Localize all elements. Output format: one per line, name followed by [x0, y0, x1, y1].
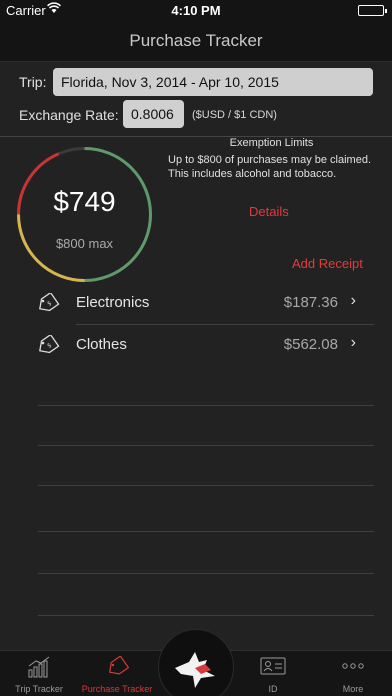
receipt-name: Clothes [76, 336, 127, 353]
empty-row-line [38, 445, 374, 446]
exchange-rate-unit: ($USD / $1 CDN) [192, 109, 277, 121]
tab-trip-tracker[interactable]: Trip Tracker [0, 651, 78, 696]
empty-row-line [38, 531, 374, 532]
clock-label: 4:10 PM [171, 3, 221, 18]
chevron-right-icon: › [350, 292, 356, 309]
battery-icon [358, 5, 387, 16]
exemption-text: Up to $800 of purchases may be claimed. … [168, 154, 372, 180]
maple-leaf-bird-icon [175, 652, 215, 688]
spent-amount: $749 [53, 186, 116, 217]
center-home-button[interactable] [158, 629, 234, 696]
details-link[interactable]: Details [249, 204, 289, 219]
empty-row-line [38, 615, 374, 616]
bar-chart-icon [0, 656, 78, 680]
trip-field[interactable]: Florida, Nov 3, 2014 - Apr 10, 2015 [53, 68, 373, 96]
status-bar: Carrier 4:10 PM [0, 0, 392, 20]
max-amount: $800 max [55, 236, 114, 251]
empty-row-line [38, 485, 374, 486]
exemption-title: Exemption Limits [229, 137, 314, 149]
exchange-rate-label: Exchange Rate: [19, 107, 119, 123]
list-item[interactable]: $ Electronics $187.36 › [36, 283, 374, 323]
page-title: Purchase Tracker [129, 31, 263, 50]
tab-label: More [342, 684, 364, 694]
price-tag-icon [78, 655, 156, 680]
tab-purchase-tracker[interactable]: Purchase Tracker [78, 651, 156, 696]
svg-text:$: $ [46, 342, 53, 350]
add-receipt-button[interactable]: Add Receipt [292, 256, 363, 271]
receipt-amount: $187.36 [283, 294, 338, 311]
empty-row-line [38, 573, 374, 574]
svg-text:$: $ [46, 300, 53, 308]
id-card-icon [234, 656, 312, 680]
tab-label: Trip Tracker [15, 684, 63, 694]
nav-bar: Purchase Tracker [0, 20, 392, 62]
tab-id[interactable]: ID [234, 651, 312, 696]
tab-label: Purchase Tracker [81, 684, 153, 694]
exchange-rate-field[interactable]: 0.8006 [123, 100, 184, 128]
list-item[interactable]: $ Clothes $562.08 › [36, 325, 374, 365]
chevron-right-icon: › [350, 334, 356, 351]
receipt-name: Electronics [76, 294, 150, 311]
price-tag-icon: $ [36, 291, 60, 313]
tab-label: ID [268, 684, 278, 694]
more-dots-icon [314, 656, 392, 680]
trip-label: Trip: [19, 74, 47, 90]
main-content: Trip: Florida, Nov 3, 2014 - Apr 10, 201… [0, 62, 392, 650]
receipt-amount: $562.08 [283, 336, 338, 353]
tab-more[interactable]: More [314, 651, 392, 696]
empty-row-line [38, 405, 374, 406]
price-tag-icon: $ [36, 333, 60, 355]
